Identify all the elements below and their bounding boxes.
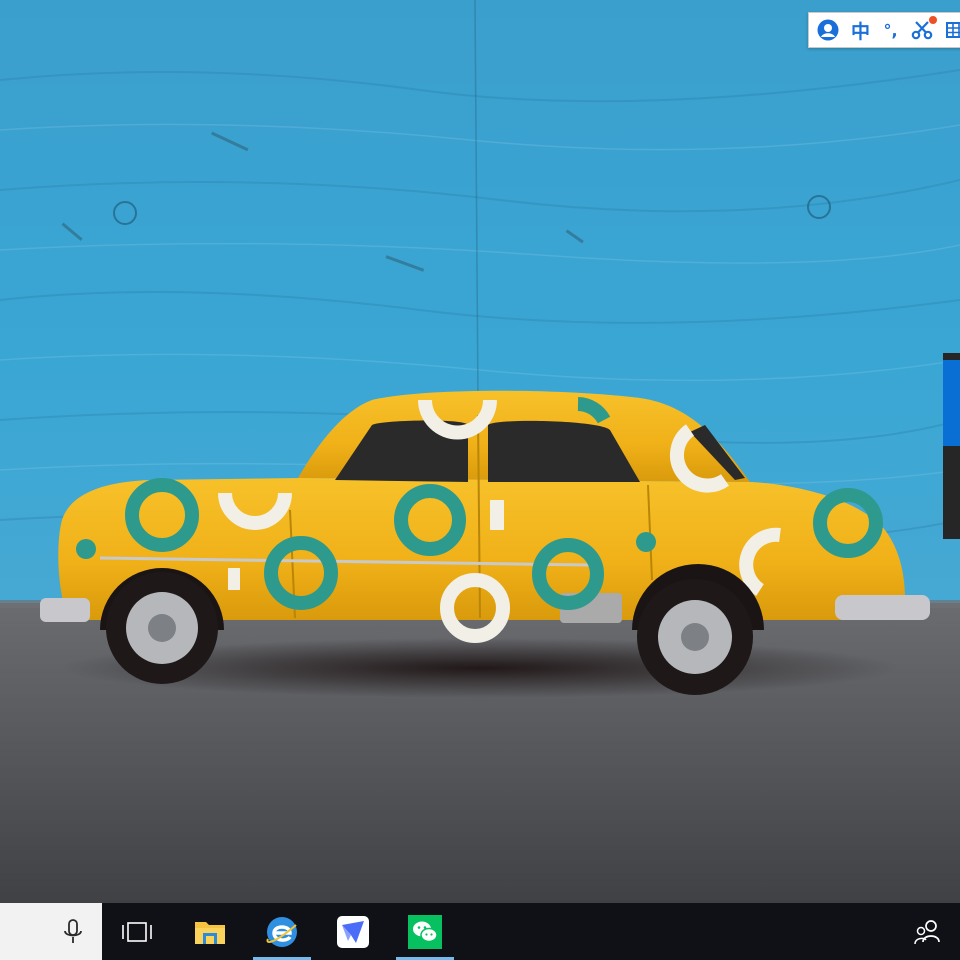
file-explorer-icon: [195, 921, 225, 944]
taskbar: [0, 903, 960, 960]
internet-explorer-icon: [266, 916, 297, 947]
microphone-icon[interactable]: [62, 919, 84, 945]
ime-keyboard-icon[interactable]: [945, 19, 960, 41]
desktop: 中 °,: [0, 0, 960, 960]
ime-punctuation-toggle[interactable]: °,: [882, 19, 899, 41]
file-explorer-button[interactable]: [181, 903, 239, 960]
people-icon[interactable]: [912, 917, 942, 947]
task-view-button[interactable]: [108, 903, 166, 960]
feishu-lark-icon: [337, 915, 369, 948]
ime-toolbar: 中 °,: [808, 12, 960, 48]
edge-panel-accent: [943, 360, 960, 446]
task-view-icon: [122, 921, 152, 942]
ime-logo-icon: [817, 19, 839, 41]
ime-language-toggle[interactable]: 中: [851, 19, 870, 43]
wechat-icon: [408, 914, 442, 949]
internet-explorer-button[interactable]: [253, 903, 311, 960]
desktop-wallpaper: [0, 0, 960, 903]
keyboard-icon: [946, 22, 960, 38]
taskbar-search-box[interactable]: [0, 903, 102, 960]
notification-dot: [929, 16, 937, 24]
ime-tools-icon[interactable]: [911, 16, 937, 41]
edge-side-panel[interactable]: [943, 353, 960, 539]
feishu-button[interactable]: [324, 903, 382, 960]
ime-logo-icon[interactable]: [817, 19, 839, 41]
wechat-button[interactable]: [396, 903, 454, 960]
